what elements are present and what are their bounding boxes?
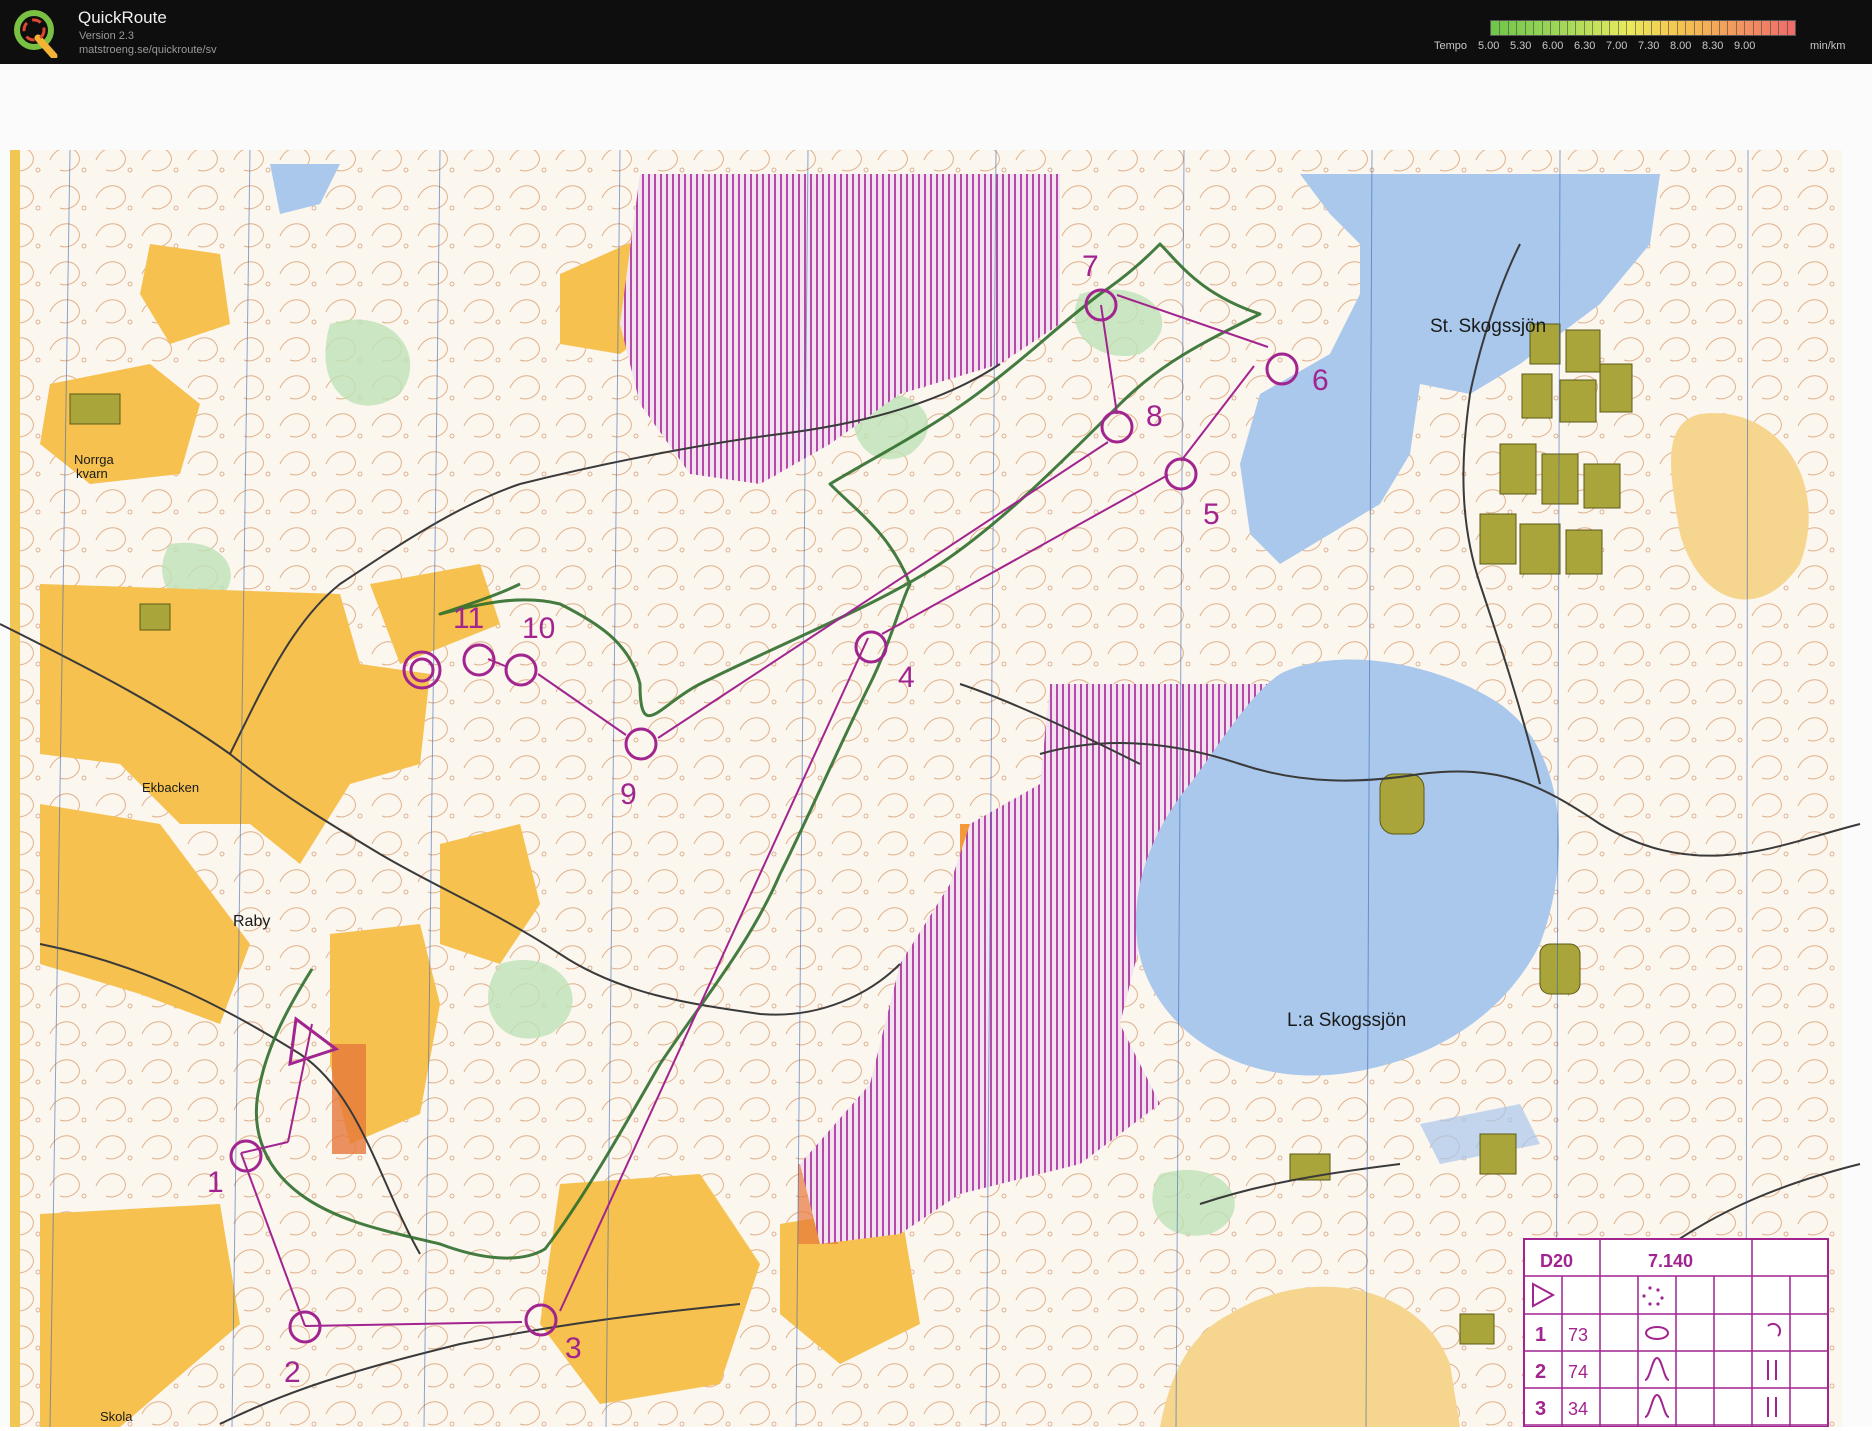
pace-legend-tick bbox=[1524, 21, 1526, 35]
pace-legend-title: Tempo bbox=[1434, 40, 1468, 52]
pace-legend-tick bbox=[1668, 21, 1670, 35]
control-number: 11 bbox=[453, 602, 484, 635]
pace-legend-tick bbox=[1550, 21, 1552, 35]
pace-legend-tick bbox=[1693, 21, 1695, 35]
quickroute-logo-icon bbox=[14, 10, 58, 58]
pace-tick-label: 5.00 bbox=[1478, 40, 1500, 52]
place-name-skola: Skola bbox=[100, 1409, 133, 1424]
pace-legend-tick bbox=[1617, 21, 1619, 35]
place-name-ekbacken: Ekbacken bbox=[142, 780, 199, 795]
control-number: 5 bbox=[1203, 498, 1220, 531]
control-number: 7 bbox=[1082, 250, 1099, 283]
app-url[interactable]: matstroeng.se/quickroute/sv bbox=[79, 44, 217, 56]
pace-tick-label: 8.00 bbox=[1670, 40, 1692, 52]
control-number: 3 bbox=[565, 1332, 582, 1365]
pace-legend-tick bbox=[1592, 21, 1594, 35]
pace-legend-tick bbox=[1727, 21, 1729, 35]
control-number: 10 bbox=[522, 612, 555, 645]
place-name-st-skogssjon: St. Skogssjön bbox=[1430, 316, 1546, 337]
description-row-code: 34 bbox=[1568, 1399, 1588, 1419]
pace-legend-tick bbox=[1583, 21, 1585, 35]
pace-legend-tick bbox=[1507, 21, 1509, 35]
place-name-kvarn: kvarn bbox=[76, 466, 108, 481]
pace-legend-tick bbox=[1600, 21, 1602, 35]
place-name-raby: Raby bbox=[233, 913, 270, 930]
pace-legend-tick bbox=[1651, 21, 1653, 35]
pace-legend-tick bbox=[1778, 21, 1780, 35]
app-version: Version 2.3 bbox=[79, 30, 135, 42]
control-number: 1 bbox=[207, 1166, 224, 1199]
pace-legend-tick bbox=[1609, 21, 1611, 35]
control-description-sheet: D20 7.140 1 2 3 73 74 34 bbox=[1523, 1238, 1829, 1428]
orienteering-map[interactable]: 1 2 3 4 5 6 7 8 9 10 11 St. Skogssjön L:… bbox=[0, 64, 1872, 1428]
pace-legend: Tempo 5.00 5.30 6.00 6.30 7.00 7.30 8.00… bbox=[1434, 20, 1845, 60]
pace-legend-tick bbox=[1541, 21, 1543, 35]
app-title: QuickRoute bbox=[78, 8, 167, 27]
place-name-norrga: Norrga bbox=[74, 452, 115, 467]
app-header: QuickRoute Version 2.3 matstroeng.se/qui… bbox=[0, 0, 1872, 64]
pace-legend-tick bbox=[1626, 21, 1628, 35]
pace-legend-tick bbox=[1761, 21, 1763, 35]
description-class: D20 bbox=[1540, 1251, 1573, 1271]
pace-legend-tick bbox=[1558, 21, 1560, 35]
pace-tick-label: 7.30 bbox=[1638, 40, 1660, 52]
control-number: 6 bbox=[1312, 364, 1329, 397]
pace-legend-tick bbox=[1710, 21, 1712, 35]
pace-tick-label: 6.30 bbox=[1574, 40, 1596, 52]
description-row-code: 74 bbox=[1568, 1362, 1588, 1382]
description-row-number: 3 bbox=[1535, 1398, 1546, 1420]
pace-legend-tick bbox=[1659, 21, 1661, 35]
control-number: 9 bbox=[620, 778, 637, 811]
pace-legend-tick bbox=[1719, 21, 1720, 35]
pace-legend-tick bbox=[1676, 21, 1678, 35]
control-number: 2 bbox=[284, 1356, 301, 1389]
pace-legend-tick bbox=[1499, 21, 1501, 35]
pace-tick-label: 6.00 bbox=[1542, 40, 1564, 52]
description-row-number: 1 bbox=[1535, 1324, 1546, 1346]
pace-legend-tick bbox=[1634, 21, 1636, 35]
pace-legend-tick bbox=[1575, 21, 1577, 35]
pace-legend-tick bbox=[1786, 21, 1788, 35]
pace-legend-unit: min/km bbox=[1810, 40, 1846, 52]
description-row-code: 73 bbox=[1568, 1325, 1588, 1345]
pace-tick-label: 5.30 bbox=[1510, 40, 1532, 52]
pace-tick-label: 9.00 bbox=[1734, 40, 1756, 52]
pace-legend-gradient bbox=[1490, 20, 1796, 36]
pace-legend-tick bbox=[1744, 21, 1746, 35]
map-edge bbox=[10, 150, 20, 1427]
description-length: 7.140 bbox=[1648, 1251, 1693, 1271]
pace-tick-label: 8.30 bbox=[1702, 40, 1724, 52]
pace-tick-label: 7.00 bbox=[1606, 40, 1628, 52]
pace-legend-tick bbox=[1702, 21, 1704, 35]
pace-legend-tick bbox=[1567, 21, 1568, 35]
pace-legend-tick bbox=[1769, 21, 1771, 35]
pace-legend-tick bbox=[1643, 21, 1644, 35]
description-row-number: 2 bbox=[1535, 1361, 1546, 1383]
pace-legend-tick bbox=[1533, 21, 1535, 35]
control-number: 8 bbox=[1146, 400, 1163, 433]
pace-legend-tick bbox=[1735, 21, 1737, 35]
pace-legend-tick bbox=[1752, 21, 1754, 35]
pace-legend-tick bbox=[1685, 21, 1687, 35]
pace-legend-tick bbox=[1516, 21, 1518, 35]
map-viewport[interactable]: 1 2 3 4 5 6 7 8 9 10 11 St. Skogssjön L:… bbox=[0, 64, 1872, 1428]
place-name-la-skogssjon: L:a Skogssjön bbox=[1287, 1010, 1406, 1031]
control-number: 4 bbox=[898, 661, 915, 694]
